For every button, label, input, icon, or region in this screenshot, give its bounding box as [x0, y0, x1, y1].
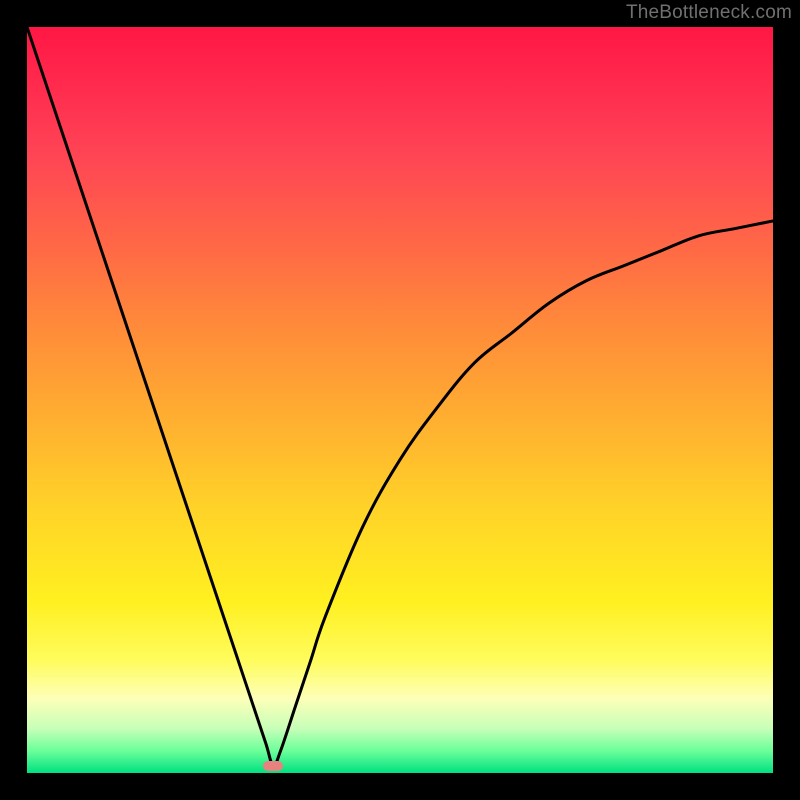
watermark-text: TheBottleneck.com: [626, 2, 792, 24]
minimum-marker: [263, 761, 283, 771]
bottleneck-curve: [27, 27, 773, 766]
chart-container: TheBottleneck.com: [0, 0, 800, 800]
curve-svg: [27, 27, 773, 773]
plot-area: [27, 27, 773, 773]
